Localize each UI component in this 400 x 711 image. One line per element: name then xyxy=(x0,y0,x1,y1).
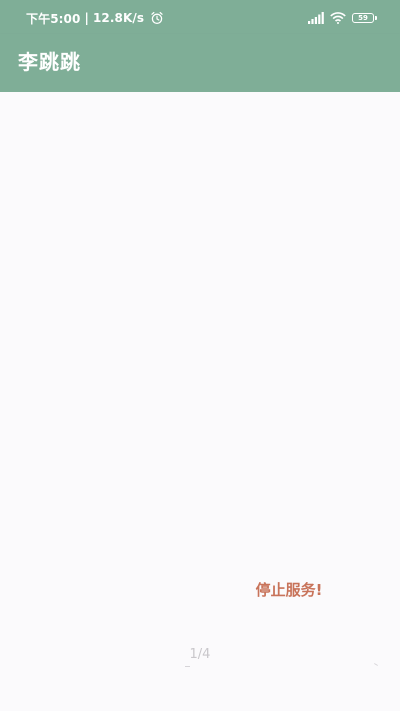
status-left-group: 下午5:00 | 12.8K/s xyxy=(26,10,164,26)
status-time: 下午5:00 xyxy=(26,11,81,26)
status-bar: 下午5:00 | 12.8K/s 59 xyxy=(0,0,400,34)
stop-service-button[interactable]: 停止服务! xyxy=(236,574,342,606)
status-separator: | xyxy=(84,11,89,25)
app-bar: 李跳跳 xyxy=(0,34,400,92)
network-speed: 12.8K/s xyxy=(92,11,145,25)
main-content xyxy=(0,92,400,711)
battery-icon: 59 xyxy=(352,13,377,23)
cellular-signal-icon xyxy=(308,12,324,24)
wifi-icon xyxy=(330,12,346,24)
app-title: 李跳跳 xyxy=(18,50,81,74)
page-indicator-mark xyxy=(185,666,190,667)
battery-level: 59 xyxy=(358,14,368,22)
status-right-group: 59 xyxy=(308,9,377,27)
page-indicator: 1/4 xyxy=(189,647,211,662)
app-screen: 下午5:00 | 12.8K/s 59 李跳跳 停止服务! 1/4 xyxy=(0,0,400,711)
alarm-clock-icon xyxy=(151,11,163,25)
